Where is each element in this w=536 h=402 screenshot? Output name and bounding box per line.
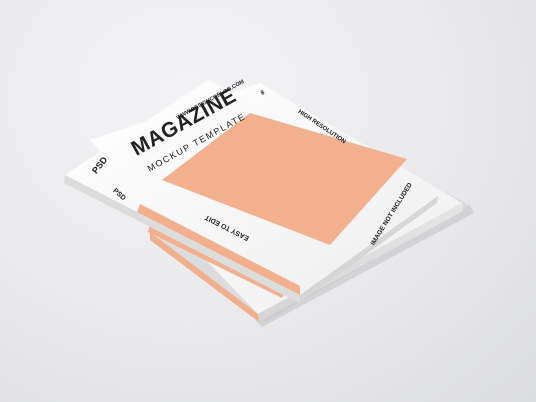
front-magazine: WWW.DESIGNCOBLOG.COM 8 MAGAZINE MOCKUP T… [64,79,438,303]
magazine-mockup-scene: EASY TO EDIT WWW.DESIGNCOBLOG.COM 8 MAGA… [64,79,474,327]
